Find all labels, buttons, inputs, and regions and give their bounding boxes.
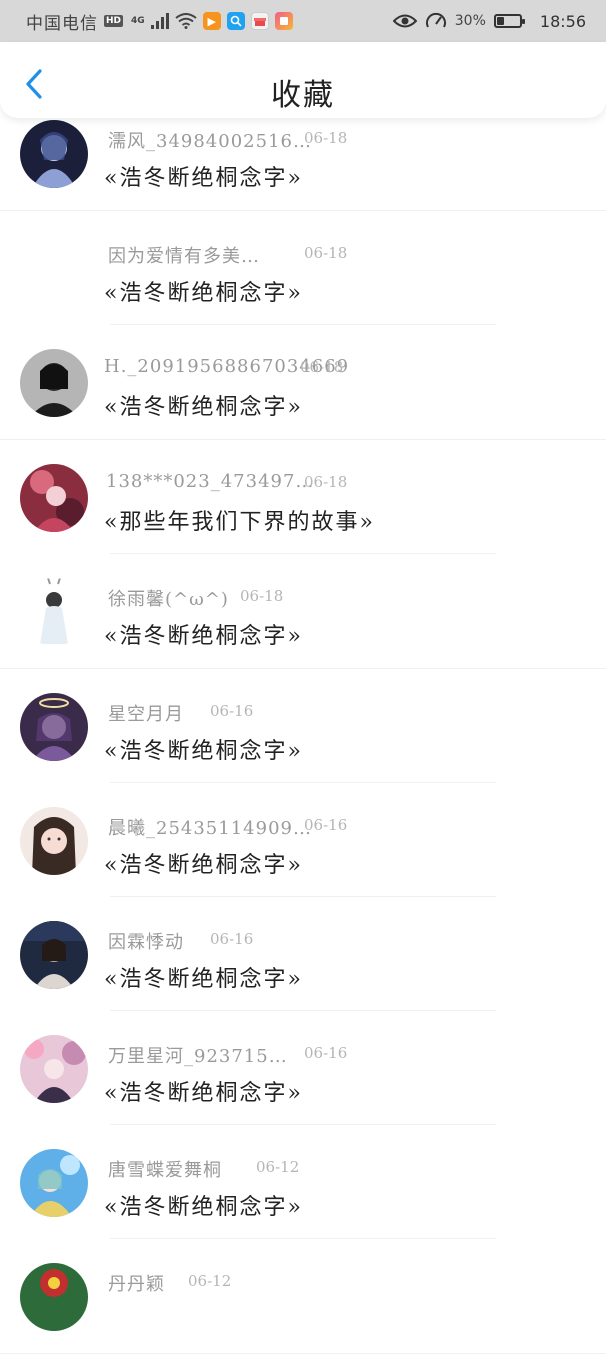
book-title[interactable]: «浩冬断绝桐念字» [104, 1189, 303, 1221]
book-title[interactable]: «浩冬断绝桐念字» [104, 275, 303, 307]
list-item[interactable]: 因为爱情有多美… 06-18 «浩冬断绝桐念字» [0, 211, 606, 325]
date: 06-16 [304, 816, 348, 834]
list-item[interactable]: 丹丹颖 06-12 [0, 1239, 606, 1354]
date: 06-16 [210, 702, 254, 720]
book-title[interactable]: «浩冬断绝桐念字» [104, 961, 303, 993]
nickname: 唐雪蝶爱舞桐 [108, 1160, 222, 1181]
gift-app-icon [250, 12, 269, 30]
nickname: 138***023_473497… [106, 471, 315, 492]
signal-icon [150, 13, 169, 29]
date: 06-18 [304, 473, 348, 491]
list-item[interactable]: H._20919568867034669 06-18 «浩冬断绝桐念字» [0, 325, 606, 440]
store-app-icon [274, 12, 293, 30]
date: 06-16 [304, 1044, 348, 1062]
wifi-icon [175, 13, 197, 29]
clock: 18:56 [539, 11, 586, 31]
nickname: 因为爱情有多美… [108, 246, 260, 267]
avatar [20, 578, 88, 646]
video-app-icon: ▶ [202, 12, 221, 30]
avatar [20, 235, 88, 303]
nickname: 晨曦_25435114909… [108, 818, 312, 839]
nickname: 濡风_34984002516… [108, 131, 312, 152]
date: 06-18 [300, 358, 344, 376]
date: 06-18 [240, 587, 284, 605]
nickname: 星空月月 [108, 704, 184, 725]
list-item[interactable]: 138***023_473497… 06-18 «那些年我们下界的故事» [0, 440, 606, 554]
app-header: 收藏 [0, 42, 606, 118]
eye-icon [392, 14, 417, 28]
avatar [20, 1263, 88, 1331]
book-title[interactable]: «浩冬断绝桐念字» [104, 733, 303, 765]
date: 06-12 [188, 1272, 232, 1290]
book-title[interactable]: «浩冬断绝桐念字» [104, 847, 303, 879]
list-item[interactable]: 因霖悸动 06-16 «浩冬断绝桐念字» [0, 897, 606, 1011]
book-title[interactable]: «那些年我们下界的故事» [104, 504, 375, 536]
nickname: 万里星河_923715… [108, 1046, 288, 1067]
avatar [20, 807, 88, 875]
list-item[interactable]: 万里星河_923715… 06-16 «浩冬断绝桐念字» [0, 1011, 606, 1125]
avatar [20, 921, 88, 989]
carrier-name: 中国电信 [26, 13, 98, 34]
nickname: 丹丹颖 [108, 1274, 165, 1295]
hd-badge: HD [104, 15, 124, 27]
avatar [20, 349, 88, 417]
network-type: 4G [131, 16, 145, 26]
status-bar: 中国电信 HD 4G ▶ 30% 18:56 [0, 0, 606, 42]
battery-icon [493, 14, 525, 28]
favorites-list: 濡风_34984002516… 06-18 «浩冬断绝桐念字» 因为爱情有多美…… [0, 96, 606, 1354]
battery-percent: 30% [454, 13, 486, 29]
book-title[interactable]: «浩冬断绝桐念字» [104, 160, 303, 192]
list-item[interactable]: 唐雪蝶爱舞桐 06-12 «浩冬断绝桐念字» [0, 1125, 606, 1239]
date: 06-18 [304, 244, 348, 262]
speedometer-icon [425, 12, 446, 28]
avatar [20, 1149, 88, 1217]
date: 06-12 [256, 1158, 300, 1176]
list-item[interactable]: 徐雨馨(^ω^) 06-18 «浩冬断绝桐念字» [0, 554, 606, 669]
nickname: 因霖悸动 [108, 932, 184, 953]
search-app-icon [226, 12, 245, 30]
avatar [20, 1035, 88, 1103]
avatar [20, 693, 88, 761]
book-title[interactable]: «浩冬断绝桐念字» [104, 389, 303, 421]
nickname: 徐雨馨(^ω^) [108, 589, 229, 610]
list-item[interactable]: 星空月月 06-16 «浩冬断绝桐念字» [0, 669, 606, 783]
date: 06-16 [210, 930, 254, 948]
list-item[interactable]: 晨曦_25435114909… 06-16 «浩冬断绝桐念字» [0, 783, 606, 897]
avatar [20, 464, 88, 532]
avatar [20, 120, 88, 188]
page-title: 收藏 [271, 78, 335, 113]
book-title[interactable]: «浩冬断绝桐念字» [104, 618, 303, 650]
book-title[interactable]: «浩冬断绝桐念字» [104, 1075, 303, 1107]
date: 06-18 [304, 129, 348, 147]
